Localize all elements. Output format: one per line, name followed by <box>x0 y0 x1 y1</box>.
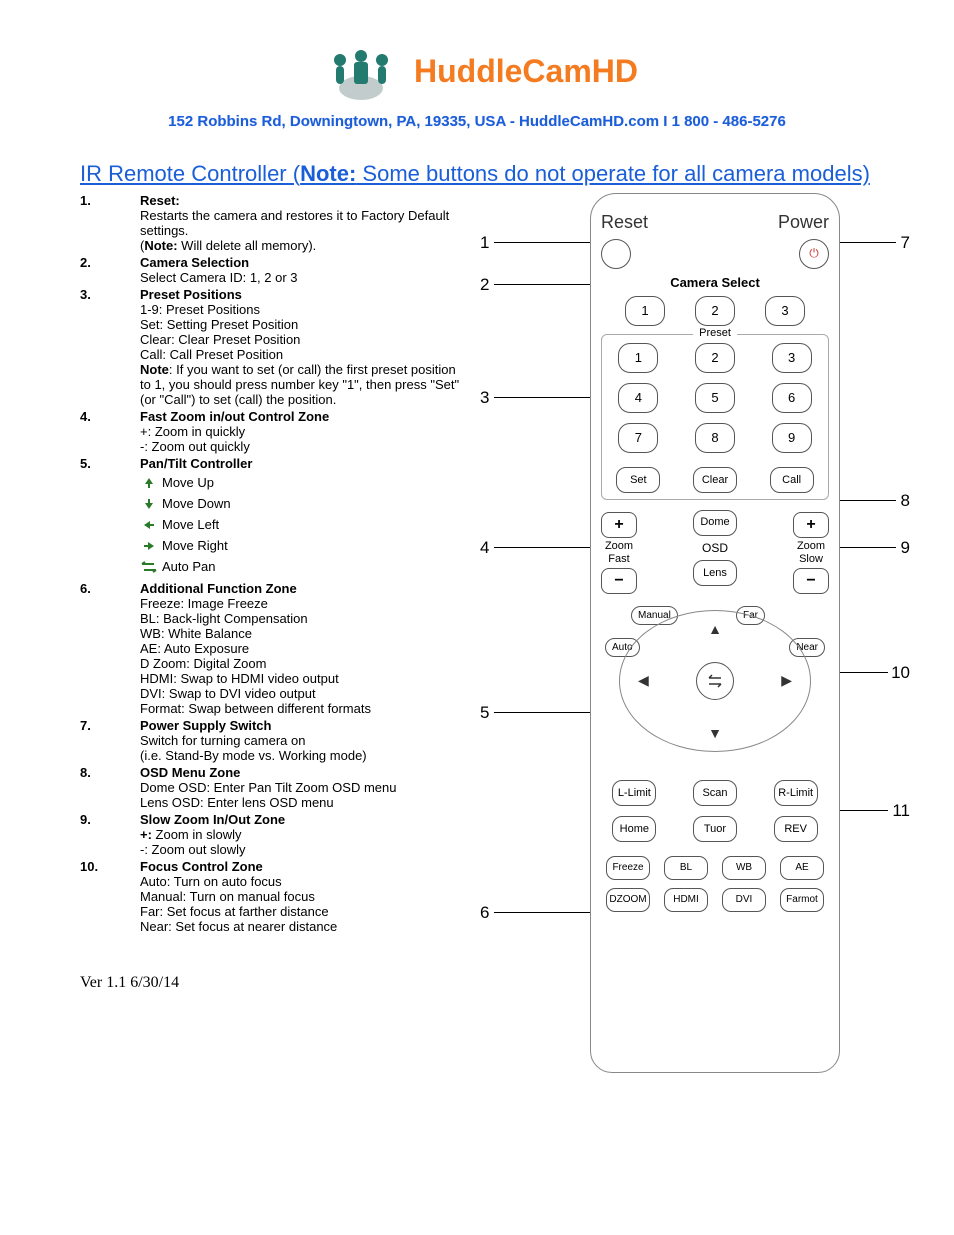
cam-2-button[interactable]: 2 <box>695 296 735 326</box>
brand-text: HuddleCamHD <box>414 53 638 90</box>
bl-button[interactable]: BL <box>664 856 708 880</box>
reset-label: Reset <box>601 212 648 233</box>
pan-left-button[interactable]: ◀ <box>638 672 649 689</box>
scan-button[interactable]: Scan <box>693 780 737 806</box>
callout-1: 1 <box>480 233 489 253</box>
section-title: IR Remote Controller (Note: Some buttons… <box>80 160 874 189</box>
preset-9-button[interactable]: 9 <box>772 423 812 453</box>
zoom-fast-plus-button[interactable]: + <box>601 512 637 538</box>
reset-button[interactable] <box>601 239 631 269</box>
callout-9: 9 <box>901 538 910 558</box>
rlimit-button[interactable]: R-Limit <box>774 780 818 806</box>
remote-diagram: 1 2 3 4 5 6 7 8 9 10 11 Rese <box>480 193 910 1093</box>
ae-button[interactable]: AE <box>780 856 824 880</box>
camera-select-label: Camera Select <box>601 275 829 290</box>
preset-2-button[interactable]: 2 <box>695 343 735 373</box>
dvi-button[interactable]: DVI <box>722 888 766 912</box>
farmot-button[interactable]: Farmot <box>780 888 824 912</box>
zoom-fast-minus-button[interactable]: − <box>601 568 637 594</box>
logo-icon <box>316 40 406 103</box>
instruction-list: 1.Reset:Restarts the camera and restores… <box>80 193 460 934</box>
preset-7-button[interactable]: 7 <box>618 423 658 453</box>
preset-5-button[interactable]: 5 <box>695 383 735 413</box>
callout-3: 3 <box>480 388 489 408</box>
tilt-up-button[interactable]: ▲ <box>708 621 722 637</box>
preset-8-button[interactable]: 8 <box>695 423 735 453</box>
dzoom-button[interactable]: DZOOM <box>606 888 650 912</box>
pantilt-right-icon <box>140 537 158 555</box>
freeze-button[interactable]: Freeze <box>606 856 650 880</box>
autopan-button[interactable] <box>696 662 734 700</box>
home-button[interactable]: Home <box>612 816 656 842</box>
pantilt-left-icon <box>140 516 158 534</box>
power-label: Power <box>778 212 829 233</box>
power-button[interactable]: ⏻ <box>799 239 829 269</box>
hdmi-button[interactable]: HDMI <box>664 888 708 912</box>
llimit-button[interactable]: L-Limit <box>612 780 656 806</box>
pantilt-autopan-icon <box>140 558 158 576</box>
preset-6-button[interactable]: 6 <box>772 383 812 413</box>
dome-osd-button[interactable]: Dome <box>693 510 737 536</box>
zoom-slow-minus-button[interactable]: − <box>793 568 829 594</box>
cam-3-button[interactable]: 3 <box>765 296 805 326</box>
preset-box-label: Preset <box>693 327 737 339</box>
clear-button[interactable]: Clear <box>693 467 737 493</box>
pan-right-button[interactable]: ▶ <box>781 672 792 689</box>
rev-button[interactable]: REV <box>774 816 818 842</box>
preset-1-button[interactable]: 1 <box>618 343 658 373</box>
callout-11: 11 <box>892 801 910 821</box>
logo-area: HuddleCamHD <box>80 40 874 103</box>
preset-4-button[interactable]: 4 <box>618 383 658 413</box>
callout-6: 6 <box>480 903 489 923</box>
callout-4: 4 <box>480 538 489 558</box>
tilt-down-button[interactable]: ▼ <box>708 725 722 741</box>
address-line: 152 Robbins Rd, Downingtown, PA, 19335, … <box>80 113 874 130</box>
callout-7: 7 <box>901 233 910 253</box>
set-button[interactable]: Set <box>616 467 660 493</box>
tuor-button[interactable]: Tuor <box>693 816 737 842</box>
preset-3-button[interactable]: 3 <box>772 343 812 373</box>
wb-button[interactable]: WB <box>722 856 766 880</box>
cam-1-button[interactable]: 1 <box>625 296 665 326</box>
zoom-slow-plus-button[interactable]: + <box>793 512 829 538</box>
callout-2: 2 <box>480 275 489 295</box>
lens-osd-button[interactable]: Lens <box>693 560 737 586</box>
callout-10: 10 <box>891 663 910 683</box>
callout-8: 8 <box>901 491 910 511</box>
callout-5: 5 <box>480 703 489 723</box>
version-text: Ver 1.1 6/30/14 <box>80 974 460 992</box>
pantilt-up-icon <box>140 474 158 492</box>
pantilt-down-icon <box>140 495 158 513</box>
call-button[interactable]: Call <box>770 467 814 493</box>
